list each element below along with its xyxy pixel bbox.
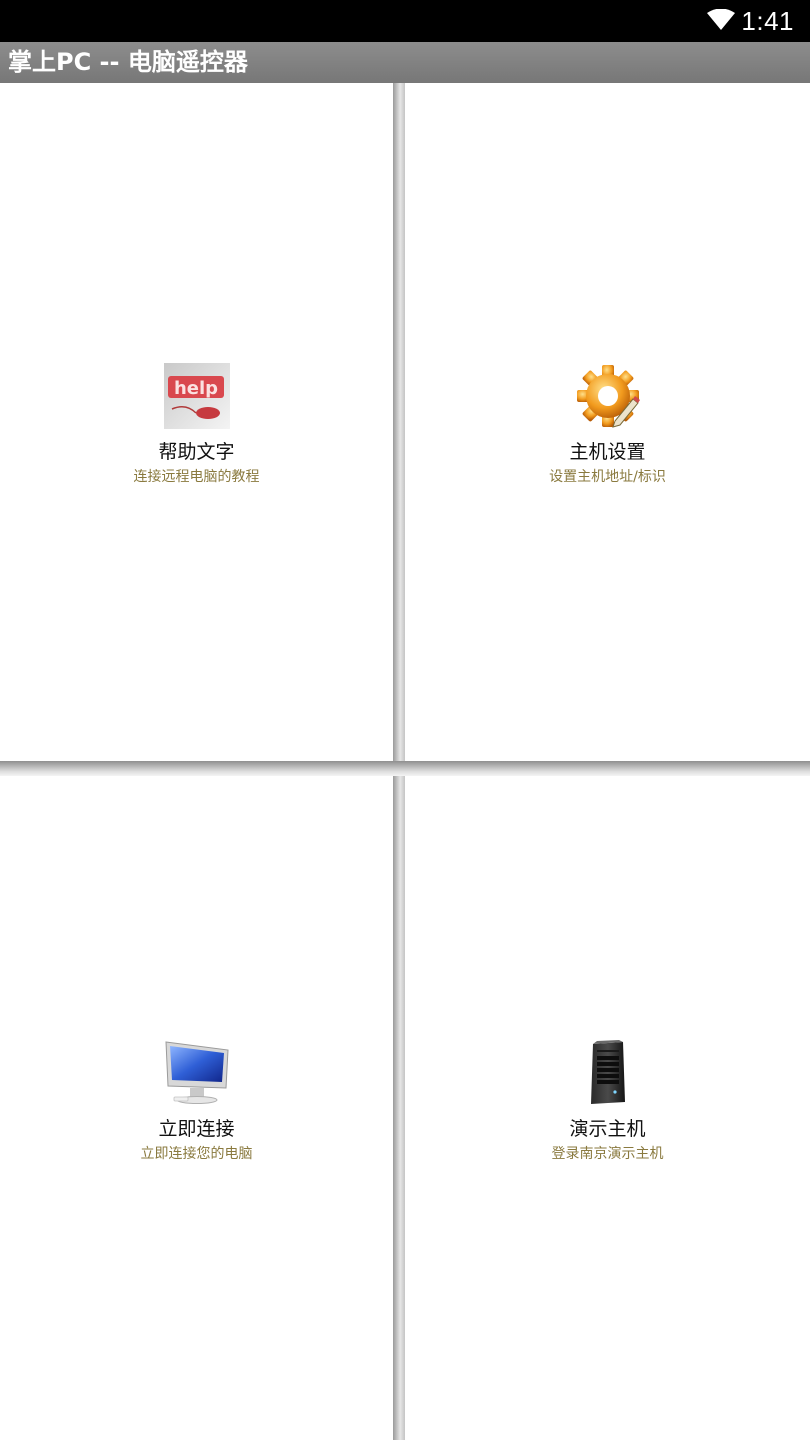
horizontal-divider	[0, 761, 810, 776]
status-time: 1:41	[741, 6, 794, 36]
monitor-icon	[164, 1041, 229, 1104]
wifi-icon	[707, 9, 735, 30]
tile-help-subtitle: 连接远程电脑的教程	[133, 469, 260, 485]
app-title-bar: 掌上PC -- 电脑遥控器	[0, 42, 810, 83]
app-title: 掌上PC -- 电脑遥控器	[8, 48, 248, 76]
menu-grid: help 帮助文字 连接远程电脑的教程 主机设置 设置主机地址/标识 立即连接 …	[0, 83, 810, 1440]
tile-demo-host[interactable]: 演示主机 登录南京演示主机	[405, 776, 810, 1440]
tile-connect[interactable]: 立即连接 立即连接您的电脑	[0, 776, 393, 1440]
status-bar: 1:41	[0, 0, 810, 42]
tile-connect-label: 立即连接	[158, 1118, 235, 1140]
tile-host-label: 主机设置	[569, 441, 646, 463]
tile-help[interactable]: help 帮助文字 连接远程电脑的教程	[0, 83, 393, 761]
tile-demo-label: 演示主机	[569, 1118, 646, 1140]
gear-icon	[576, 365, 640, 428]
tile-host-settings[interactable]: 主机设置 设置主机地址/标识	[405, 83, 810, 761]
server-icon	[590, 1040, 625, 1104]
tile-demo-subtitle: 登录南京演示主机	[551, 1146, 664, 1162]
help-icon: help	[163, 363, 230, 429]
tile-host-subtitle: 设置主机地址/标识	[549, 469, 666, 485]
tile-help-label: 帮助文字	[158, 441, 235, 463]
svg-text:help: help	[173, 378, 217, 399]
tile-connect-subtitle: 立即连接您的电脑	[140, 1146, 253, 1162]
